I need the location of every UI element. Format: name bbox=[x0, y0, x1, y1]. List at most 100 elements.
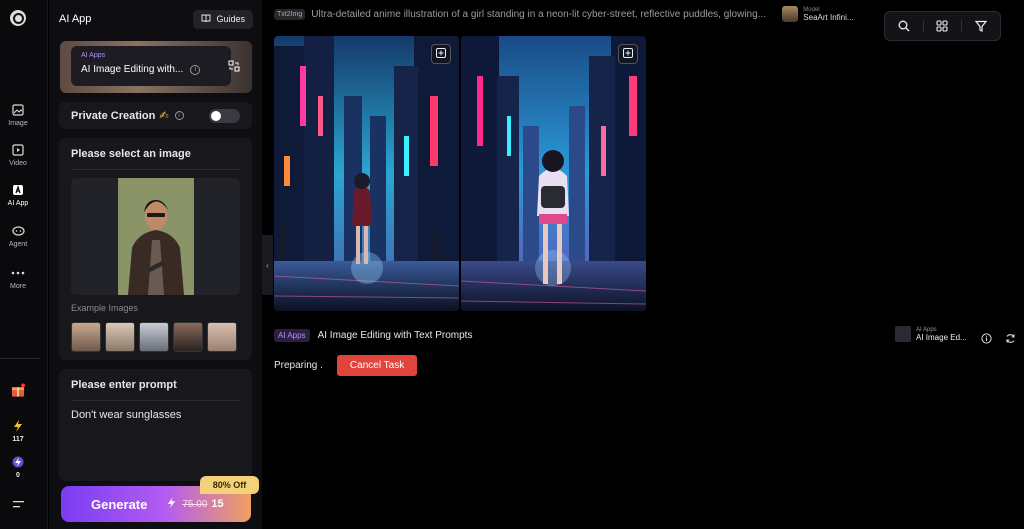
private-creation-label: Private Creation bbox=[71, 109, 156, 122]
image-select-section: Please select an image Example Images bbox=[59, 138, 252, 360]
book-icon bbox=[201, 14, 211, 25]
credits-count: 0 bbox=[16, 472, 20, 479]
gift-button[interactable] bbox=[0, 383, 36, 397]
generate-label: Generate bbox=[91, 496, 148, 512]
nav-item-label: Video bbox=[9, 160, 27, 167]
collapse-panel-button[interactable]: ‹ bbox=[262, 235, 273, 295]
writing-hand-icon: ✍ bbox=[159, 110, 169, 122]
agent-icon bbox=[11, 224, 25, 238]
task-status-row: Preparing . Cancel Task bbox=[274, 355, 418, 376]
ai-app-icon bbox=[11, 183, 25, 197]
example-thumb[interactable] bbox=[173, 322, 203, 352]
plus-square-icon bbox=[436, 45, 446, 63]
task-type-tag: Txt2Img bbox=[274, 8, 306, 20]
nav-item-label: More bbox=[10, 283, 26, 290]
panel-title: AI App bbox=[59, 13, 92, 25]
nav-item-ai-app[interactable]: AI App bbox=[0, 183, 36, 207]
cancel-task-button[interactable]: Cancel Task bbox=[336, 355, 418, 376]
main-area: Txt2Img Ultra-detailed anime illustratio… bbox=[274, 0, 1024, 529]
task-title: AI Image Editing with Text Prompts bbox=[317, 330, 473, 341]
info-icon[interactable]: i bbox=[190, 64, 201, 75]
menu-icon bbox=[11, 497, 25, 511]
example-images-label: Example Images bbox=[71, 303, 139, 313]
bolt-badge-icon bbox=[11, 455, 25, 469]
nav-item-agent[interactable]: Agent bbox=[0, 224, 36, 248]
nav-item-video[interactable]: Video bbox=[0, 143, 36, 167]
selected-app-card[interactable]: AI Apps AI Image Editing with... i bbox=[60, 41, 252, 93]
refresh-icon[interactable] bbox=[1005, 331, 1016, 343]
example-images bbox=[71, 322, 237, 352]
plus-square-icon bbox=[623, 45, 633, 63]
status-text: Preparing . bbox=[274, 360, 323, 371]
logo-icon[interactable] bbox=[10, 10, 26, 26]
menu-button[interactable] bbox=[0, 497, 36, 511]
app-name: AI Image Editing with... bbox=[81, 64, 184, 75]
credits-lightning[interactable]: 117 bbox=[0, 419, 36, 443]
new-price: 15 bbox=[211, 498, 224, 510]
divider bbox=[71, 400, 240, 401]
nav-item-label: AI App bbox=[7, 200, 29, 207]
gift-icon bbox=[11, 383, 25, 397]
old-price: 75.00 bbox=[182, 498, 208, 510]
image-upload-box[interactable] bbox=[71, 178, 240, 295]
ai-app-panel: AI App Guides AI Apps AI Image Editing w… bbox=[49, 0, 262, 529]
info-icon[interactable] bbox=[981, 331, 992, 344]
toolbar bbox=[884, 11, 1001, 41]
add-image-button[interactable] bbox=[431, 44, 451, 64]
example-thumb[interactable] bbox=[207, 322, 237, 352]
add-image-button[interactable] bbox=[618, 44, 638, 64]
selected-image bbox=[117, 178, 194, 295]
search-icon[interactable] bbox=[897, 19, 911, 33]
divider bbox=[961, 20, 963, 32]
filter-icon[interactable] bbox=[974, 19, 988, 33]
section-title: Please enter prompt bbox=[71, 379, 177, 391]
anime-city-image bbox=[461, 36, 646, 311]
divider bbox=[71, 169, 240, 170]
video-icon bbox=[11, 143, 25, 157]
more-icon bbox=[11, 266, 25, 280]
example-thumb[interactable] bbox=[105, 322, 135, 352]
app-name: AI Image Ed... bbox=[916, 332, 967, 342]
model-info[interactable]: Model SeaArt Infini... bbox=[803, 7, 853, 22]
info-icon[interactable]: i bbox=[174, 111, 184, 120]
private-toggle[interactable] bbox=[209, 109, 240, 123]
lightning-icon bbox=[11, 419, 25, 433]
section-title: Please select an image bbox=[71, 148, 191, 160]
app-tag: AI Apps bbox=[81, 52, 106, 59]
nav-rail: Image Video AI App Agent More 117 0 bbox=[0, 0, 48, 529]
grid-icon[interactable] bbox=[935, 19, 949, 33]
chevron-left-icon: ‹ bbox=[266, 260, 269, 270]
guides-button[interactable]: Guides bbox=[193, 9, 253, 29]
image-icon bbox=[11, 103, 25, 117]
model-thumbnail bbox=[782, 6, 799, 22]
divider bbox=[922, 20, 924, 32]
example-thumb[interactable] bbox=[139, 322, 169, 352]
prompt-section: Please enter prompt Don't wear sunglasse… bbox=[59, 369, 252, 481]
panel-header: AI App Guides bbox=[59, 8, 253, 30]
example-thumb[interactable] bbox=[71, 322, 101, 352]
guides-label: Guides bbox=[216, 14, 245, 24]
result-image[interactable] bbox=[274, 36, 459, 311]
result-image[interactable] bbox=[461, 36, 646, 311]
anime-city-image bbox=[274, 36, 459, 311]
app-thumbnail bbox=[895, 326, 911, 342]
task-prompt-bar: Txt2Img Ultra-detailed anime illustratio… bbox=[274, 4, 884, 24]
task-tag: AI Apps bbox=[274, 329, 310, 342]
discount-badge: 80% Off bbox=[200, 476, 259, 494]
app-info: AI Apps AI Image Editing with... i bbox=[71, 46, 231, 86]
nav-item-label: Agent bbox=[8, 241, 28, 248]
lightning-icon bbox=[167, 497, 176, 512]
rail-divider bbox=[0, 358, 40, 359]
nav-item-image[interactable]: Image bbox=[0, 103, 36, 127]
switch-app-icon[interactable] bbox=[228, 59, 240, 72]
private-creation-row: Private Creation ✍ i bbox=[59, 102, 252, 129]
task-header: AI Apps AI Image Editing with Text Promp… bbox=[274, 329, 472, 342]
task-app-info[interactable]: AI Apps AI Image Ed... bbox=[895, 326, 978, 342]
model-name: SeaArt Infini... bbox=[803, 12, 854, 22]
credits-bolt[interactable]: 0 bbox=[0, 455, 36, 479]
task-prompt-text[interactable]: Ultra-detailed anime illustration of a g… bbox=[311, 9, 774, 20]
nav-item-label: Image bbox=[8, 120, 28, 127]
nav-item-more[interactable]: More bbox=[0, 266, 36, 290]
credits-count: 117 bbox=[12, 436, 24, 443]
prompt-input[interactable]: Don't wear sunglasses bbox=[71, 409, 181, 421]
